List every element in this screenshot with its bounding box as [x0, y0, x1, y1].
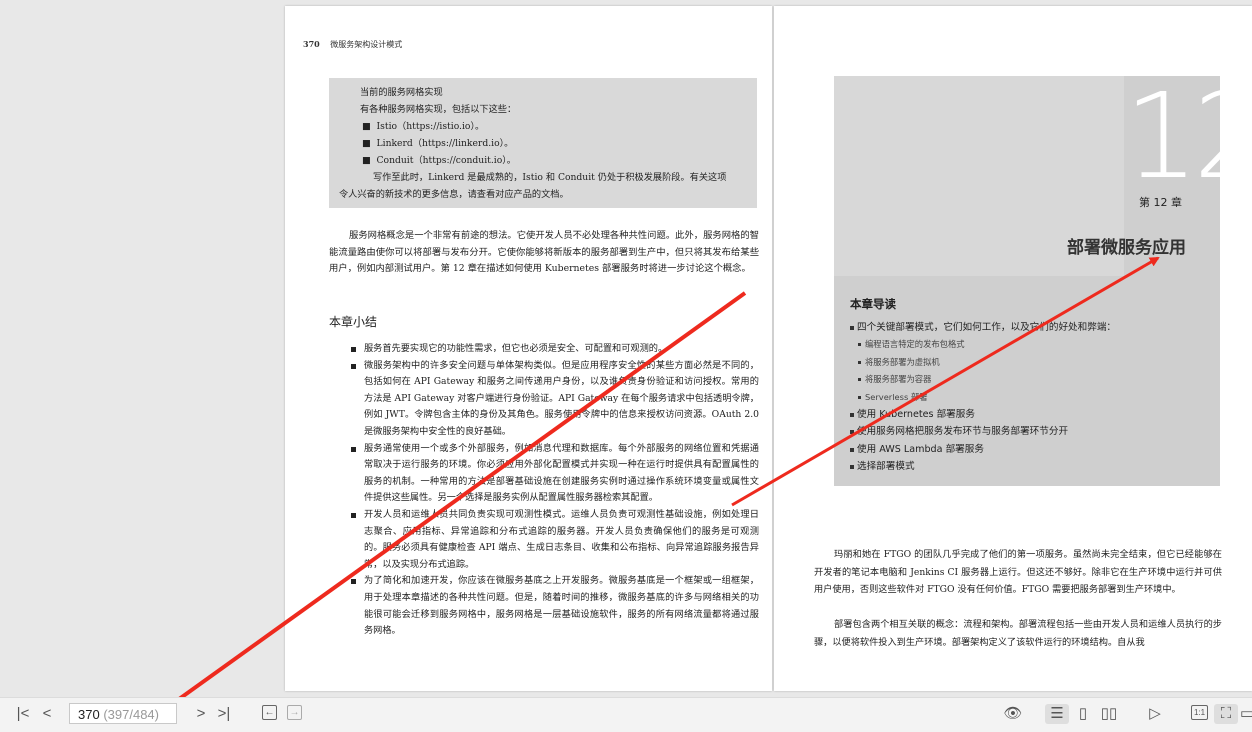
actual-size-icon[interactable]: 1:1 [1191, 705, 1208, 720]
eye-protect-icon[interactable]: 👁 [1002, 704, 1024, 724]
list-item: 服务首先要实现它的功能性需求，但它也必须是安全、可配置和可观测的。 [351, 341, 759, 358]
page-number-input[interactable]: 370 (397/484) [69, 703, 177, 724]
list-item: 将服务部署为容器 [850, 371, 1116, 388]
bottom-toolbar: |< < 370 (397/484) > >| ← → 👁 ☰ ▯ ▯▯ ▷ 1… [0, 697, 1252, 732]
body-paragraph: 玛丽和她在 FTGO 的团队几乎完成了他们的第一项服务。虽然尚未完全结束，但它已… [814, 549, 1222, 595]
chapter-title: 部署微服务应用 [1067, 238, 1186, 258]
forward-icon[interactable]: → [287, 705, 302, 720]
page-left: 370 微服务架构设计模式 当前的服务网格实现 有各种服务网格实现，包括以下这些… [285, 6, 772, 691]
next-page-icon[interactable]: > [192, 704, 210, 724]
current-page: 370 [78, 707, 100, 722]
two-page-icon[interactable]: ▯▯ [1097, 704, 1121, 724]
last-page-icon[interactable]: >| [215, 704, 233, 724]
sidebar-title: 当前的服务网格实现 [360, 87, 443, 98]
fit-width-icon[interactable]: ▭ [1240, 704, 1252, 724]
list-item: 四个关键部署模式，它们如何工作，以及它们的好处和弊端： [850, 319, 1116, 336]
book-title: 微服务架构设计模式 [330, 40, 403, 49]
list-item: 编程语言特定的发布包格式 [850, 336, 1116, 353]
list-item: Serverless 部署 [850, 389, 1116, 406]
fit-page-icon[interactable]: ⛶ [1214, 704, 1238, 724]
sidebar-box: 当前的服务网格实现 有各种服务网格实现，包括以下这些： ■ Istio（http… [329, 78, 757, 208]
page-total: (397/484) [103, 707, 159, 722]
prev-page-icon[interactable]: < [38, 704, 56, 724]
guide-list: 四个关键部署模式，它们如何工作，以及它们的好处和弊端： 编程语言特定的发布包格式… [850, 319, 1116, 476]
single-page-icon[interactable]: ▯ [1073, 704, 1093, 724]
list-item: 使用服务网格把服务发布环节与服务部署环节分开 [850, 423, 1116, 440]
page-number: 370 [303, 39, 320, 49]
list-item: 微服务架构中的许多安全问题与单体架构类似。但是应用程序安全性的某些方面必然是不同… [351, 358, 759, 441]
list-item: 使用 Kubernetes 部署服务 [850, 406, 1116, 423]
section-title: 本章小结 [329, 315, 378, 329]
sidebar-item: ■ Istio（https://istio.io）。 [362, 121, 485, 132]
sidebar-item: ■ Linkerd（https://linkerd.io）。 [362, 138, 514, 149]
list-item: 将服务部署为虚拟机 [850, 354, 1116, 371]
summary-list: 服务首先要实现它的功能性需求，但它也必须是安全、可配置和可观测的。 微服务架构中… [351, 341, 759, 640]
list-item: 服务通常使用一个或多个外部服务，例如消息代理和数据库。每个外部服务的网络位置和凭… [351, 441, 759, 507]
document-viewer[interactable]: 370 微服务架构设计模式 当前的服务网格实现 有各种服务网格实现，包括以下这些… [0, 0, 1252, 697]
sidebar-note-line2: 令人兴奋的新技术的更多信息，请查看对应产品的文档。 [339, 189, 569, 200]
list-item: 为了简化和加速开发，你应该在微服务基底之上开发服务。微服务基底是一个框架或一组框… [351, 573, 759, 639]
body-paragraph: 部署包含两个相互关联的概念：流程和架构。部署流程包括一些由开发人员和运维人员执行… [814, 619, 1222, 648]
page-right: 12 第 12 章 部署微服务应用 本章导读 四个关键部署模式，它们如何工作，以… [774, 6, 1252, 691]
running-header: 370 微服务架构设计模式 [303, 39, 402, 50]
first-page-icon[interactable]: |< [14, 704, 32, 724]
sidebar-item: ■ Conduit（https://conduit.io）。 [362, 155, 516, 166]
body-paragraph: 服务网格概念是一个非常有前途的想法。它使开发人员不必处理各种共性问题。此外，服务… [329, 230, 759, 274]
list-item: 使用 AWS Lambda 部署服务 [850, 441, 1116, 458]
back-icon[interactable]: ← [262, 705, 277, 720]
list-item: 开发人员和运维人员共同负责实现可观测性模式。运维人员负责可观测性基础设施，例如处… [351, 507, 759, 573]
list-item: 选择部署模式 [850, 458, 1116, 475]
play-icon[interactable]: ▷ [1144, 704, 1166, 724]
sidebar-intro: 有各种服务网格实现，包括以下这些： [360, 104, 517, 115]
chapter-label: 第 12 章 [1139, 196, 1182, 209]
guide-title: 本章导读 [850, 297, 896, 311]
continuous-scroll-icon[interactable]: ☰ [1045, 704, 1069, 724]
sidebar-note-line1: 写作至此时，Linkerd 是最成熟的，Istio 和 Conduit 仍处于积… [373, 172, 727, 183]
chapter-number: 12 [1124, 67, 1252, 205]
